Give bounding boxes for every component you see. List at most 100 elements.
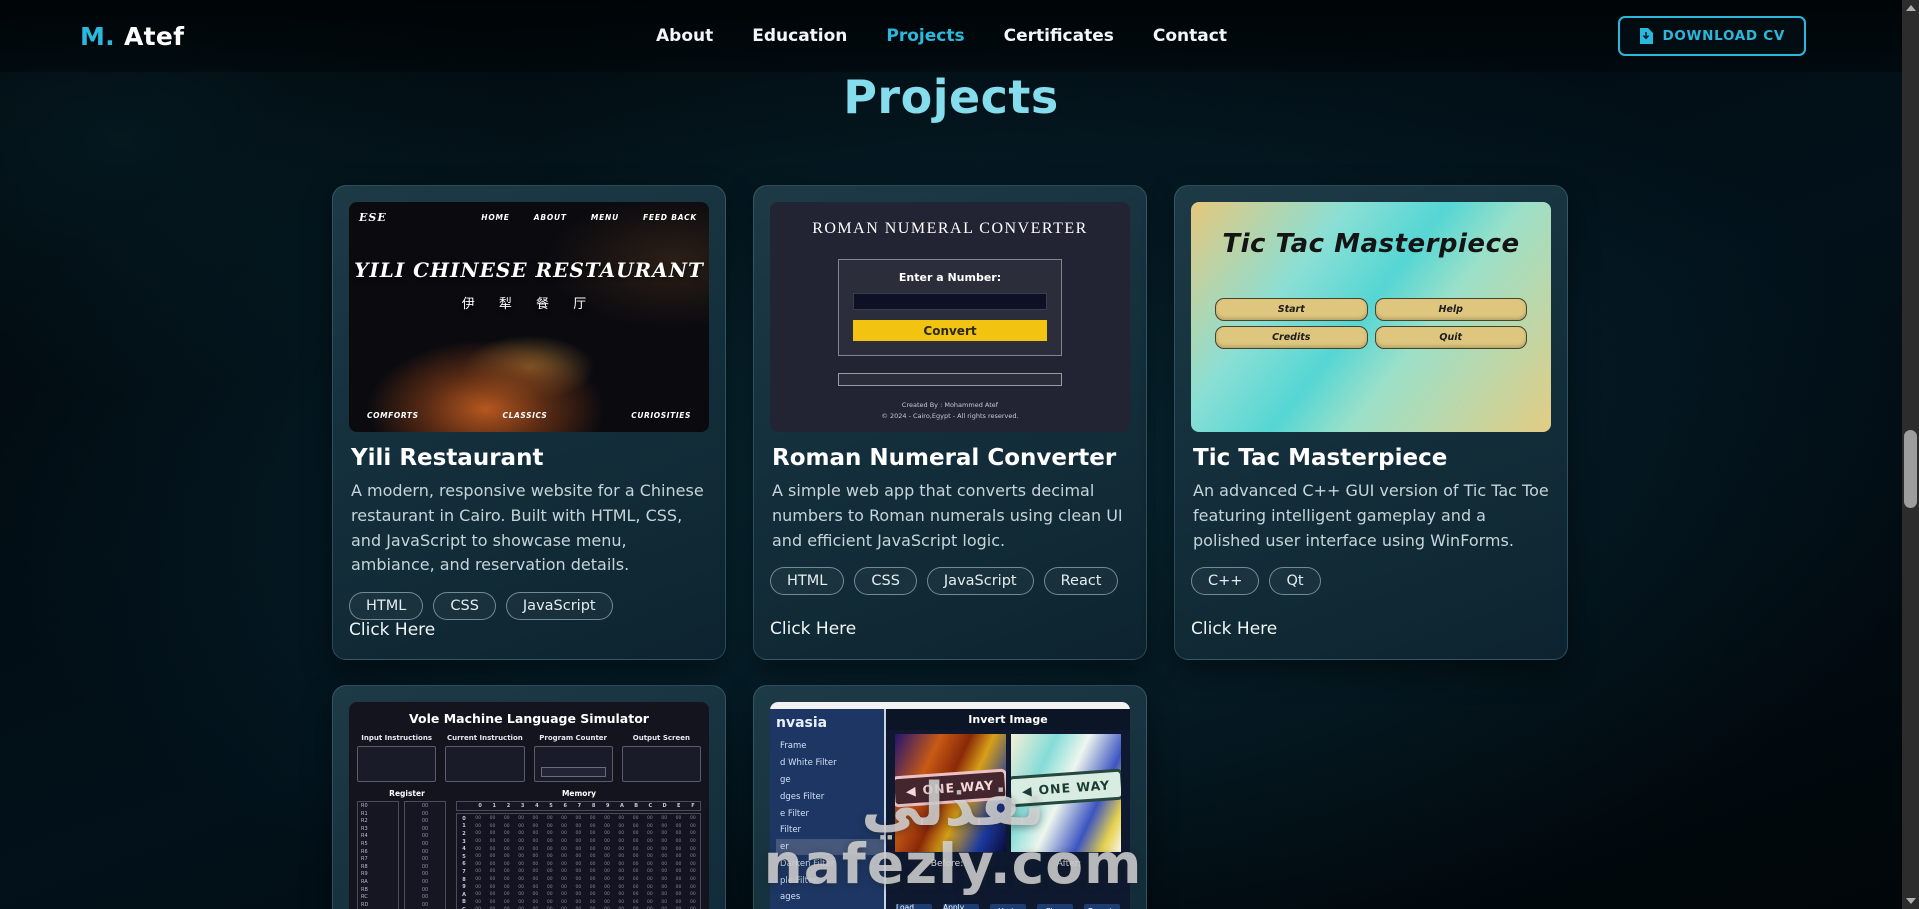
- vole-section: Current Instruction: [445, 734, 525, 782]
- before-label: Before:: [930, 859, 964, 869]
- tag-list: HTML CSS JavaScript React: [770, 567, 1130, 596]
- yili-footer-item: COMFORTS: [367, 411, 419, 420]
- vertical-scrollbar[interactable]: [1902, 0, 1919, 909]
- logo-rest: Atef: [114, 21, 185, 51]
- left-arrow-icon: ◀: [905, 783, 918, 799]
- memory-row: 0 00 00 00 00 00 00 00 00 00 00 00 00 00 00 00 00: [462, 815, 696, 822]
- download-file-icon: [1639, 28, 1654, 44]
- tictac-menu-button: Quit: [1374, 326, 1527, 349]
- scrollbar-down-arrow[interactable]: [1902, 892, 1919, 909]
- invert-window-top: [770, 702, 1130, 709]
- register-name: R0: [361, 803, 368, 809]
- vole-preview-title: Vole Machine Language Simulator: [409, 711, 649, 726]
- yili-preview-image: ESE HOME ABOUT MENU FEED BACK YILI CHINESE …: [349, 202, 709, 432]
- one-way-sign-text: ONE WAY: [1037, 777, 1111, 798]
- register-value: 00: [421, 863, 429, 870]
- vole-section-box: [621, 746, 701, 782]
- vole-section: Output Screen: [621, 734, 701, 782]
- one-way-sign: ◀ ONE WAY: [895, 768, 1006, 808]
- memory-row: 3 00 00 00 00 00 00 00 00 00 00 00 00 00 00 00 00: [462, 838, 696, 845]
- project-card-invert-image: nvasia Frame d White Filter ge dges Filter e…: [753, 685, 1147, 909]
- invert-sidebar-item: Frame: [780, 741, 807, 752]
- project-link[interactable]: Click Here: [1191, 619, 1277, 639]
- roman-converter-panel: Enter a Number: Convert: [838, 259, 1062, 356]
- register-value: 00: [421, 825, 429, 832]
- vole-section: Program Counter: [533, 734, 613, 782]
- invert-app-logo-fragment: nvasia: [776, 715, 828, 731]
- invert-sidebar-item: e Filter: [780, 808, 809, 819]
- register-value: 00: [421, 878, 429, 885]
- nav-link[interactable]: Education: [752, 26, 847, 46]
- tictac-menu-button: Start: [1215, 298, 1368, 321]
- invert-preview-title: Invert Image: [886, 709, 1130, 730]
- memory-row: 6 00 00 00 00 00 00 00 00 00 00 00 00 00 00 00 00: [462, 861, 696, 868]
- yili-mini-nav-item: MENU: [590, 213, 619, 222]
- register-name: RC: [361, 894, 368, 901]
- projects-grid: ESE HOME ABOUT MENU FEED BACK YILI CHINESE …: [332, 185, 1569, 909]
- nav-link[interactable]: Contact: [1153, 26, 1227, 46]
- download-cv-button[interactable]: DOWNLOAD CV: [1618, 16, 1806, 56]
- yili-preview-title: YILI CHINESE RESTAURANT: [354, 258, 704, 282]
- invert-toolbar-button: Undo: [990, 904, 1026, 909]
- yili-mini-nav-item: FEED BACK: [642, 213, 697, 222]
- register-name: R1: [361, 810, 368, 817]
- memory-label: Memory: [561, 789, 597, 798]
- logo-accent: M.: [80, 21, 115, 51]
- roman-credit-line2: © 2024 - Cairo,Egypt - All rights reserv…: [881, 412, 1019, 421]
- roman-convert-button: Convert: [853, 320, 1047, 341]
- memory-row: 2 00 00 00 00 00 00 00 00 00 00 00 00 00 00 00 00: [462, 830, 696, 837]
- nav-link[interactable]: Projects: [886, 26, 964, 46]
- nav-link[interactable]: About: [656, 26, 713, 46]
- yili-mini-nav-item: ABOUT: [533, 213, 567, 222]
- memory-row: B 00 00 00 00 00 00 00 00 00 00 00 00 00 00 00 00: [462, 899, 696, 906]
- vole-section: Input Instructions: [357, 734, 437, 782]
- register-value: 00: [421, 886, 429, 893]
- roman-number-input: [853, 293, 1047, 310]
- register-values: 00000000000000000000000000000000: [404, 801, 446, 909]
- memory-row: A 00 00 00 00 00 00 00 00 00 00 00 00 00 00 00 00: [462, 891, 696, 898]
- invert-preview-image: nvasia Frame d White Filter ge dges Filter e…: [770, 702, 1130, 909]
- register-name: R3: [361, 825, 368, 832]
- card-title: Tic Tac Masterpiece: [1193, 445, 1448, 471]
- project-link[interactable]: Click Here: [770, 619, 856, 639]
- invert-sidebar-items: Frame d White Filter ge dges Filter e Filter…: [776, 738, 884, 909]
- invert-toolbar-button: Load Image: [896, 903, 932, 909]
- register-value: 00: [421, 818, 429, 825]
- register-value: 00: [421, 840, 429, 847]
- nav-link[interactable]: Certificates: [1004, 26, 1114, 46]
- project-link[interactable]: Click Here: [349, 620, 435, 640]
- memory-row: 9 00 00 00 00 00 00 00 00 00 00 00 00 00 00 00 00: [462, 884, 696, 891]
- site-logo[interactable]: M. Atef: [80, 22, 184, 51]
- scrollbar-up-arrow[interactable]: [1902, 0, 1919, 17]
- memory-row: 7 00 00 00 00 00 00 00 00 00 00 00 00 00 00 00 00: [462, 868, 696, 875]
- vole-section-label: Program Counter: [539, 734, 608, 742]
- roman-output-bar: [838, 373, 1062, 386]
- tictac-menu-buttons: Start Help Credits Quit: [1215, 298, 1527, 349]
- vole-preview-image: Vole Machine Language Simulator Input In…: [349, 702, 709, 909]
- register-name: RA: [361, 878, 368, 885]
- invert-sidebar-item: ge: [780, 774, 791, 785]
- memory-table: 0123456789ABCDEF 0 00 00 00 00 00 00 00 00 00 00 00…: [456, 801, 701, 909]
- invert-toolbar-button: Apply Filter: [943, 903, 979, 909]
- roman-input-label: Enter a Number:: [898, 271, 1002, 284]
- register-name: R9: [361, 871, 368, 878]
- tech-tag: JavaScript: [926, 567, 1034, 596]
- tech-tag: CSS: [854, 567, 917, 596]
- scrollbar-thumb[interactable]: [1904, 430, 1917, 508]
- register-value: 00: [421, 803, 429, 809]
- card-title: Roman Numeral Converter: [772, 445, 1117, 471]
- invert-sidebar: nvasia Frame d White Filter ge dges Filter e…: [770, 709, 886, 909]
- register-value: 00: [421, 901, 429, 908]
- yili-footer-item: CURIOSITIES: [631, 411, 691, 420]
- invert-sidebar-item: ple Filter: [780, 875, 817, 886]
- invert-toolbar-buttons: Load Image Apply Filter Undo Clear Downlo: [886, 903, 1130, 909]
- project-card-yili-restaurant: ESE HOME ABOUT MENU FEED BACK YILI CHINESE …: [332, 185, 726, 660]
- tictac-preview-title: Tic Tac Masterpiece: [1222, 229, 1520, 259]
- tag-list: C++ Qt: [1191, 567, 1551, 596]
- roman-preview-image: ROMAN NUMERAL CONVERTER Enter a Number: …: [770, 202, 1130, 432]
- register-name: R6: [361, 848, 368, 855]
- page-title: Projects: [843, 70, 1059, 124]
- roman-credit-line1: Created By : Mohammed Atef: [901, 400, 999, 409]
- memory-row: 1 00 00 00 00 00 00 00 00 00 00 00 00 00 00 00 00: [462, 823, 696, 830]
- invert-sidebar-item: Darken Filter: [780, 858, 835, 869]
